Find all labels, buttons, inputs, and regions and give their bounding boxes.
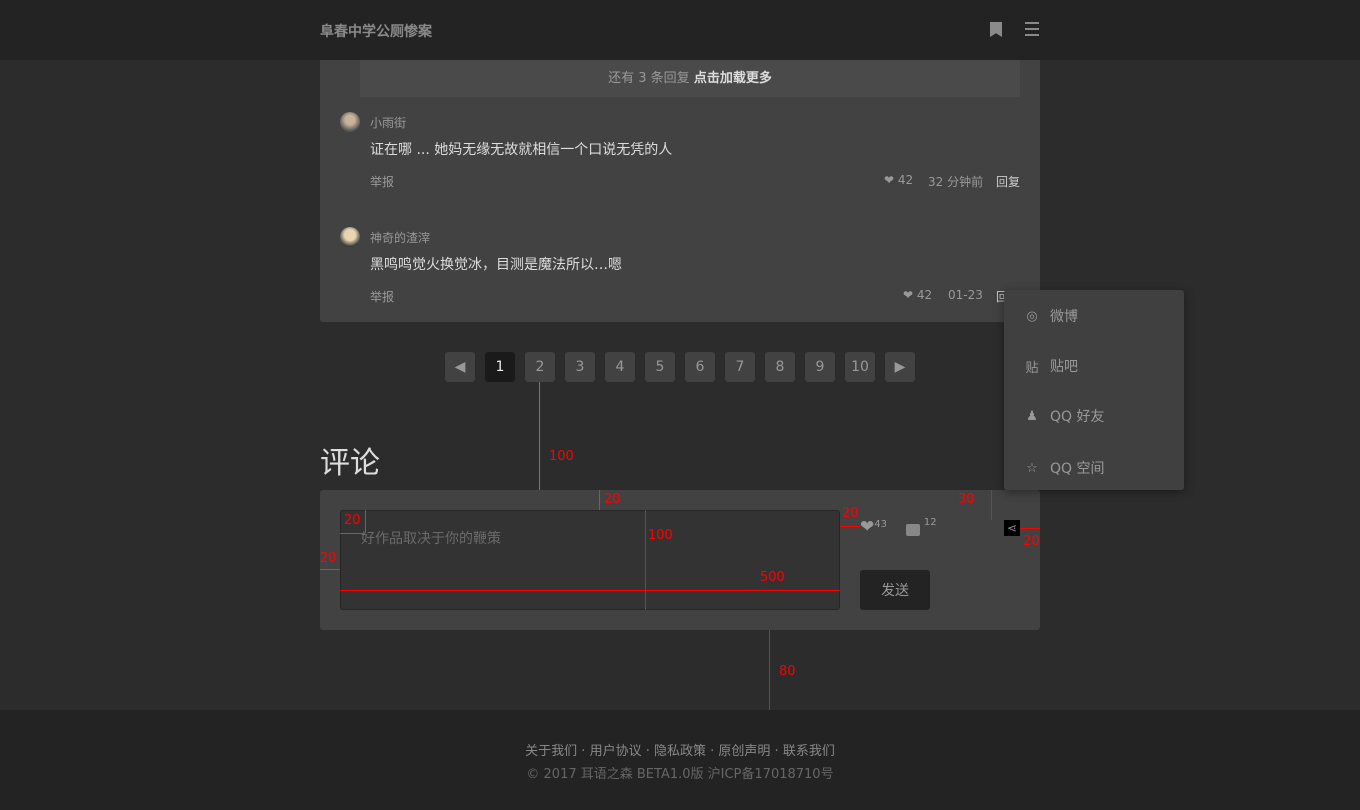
spacing-guide <box>365 510 366 533</box>
share-qq-friend[interactable]: ♟ QQ 好友 <box>1024 406 1105 426</box>
site-title[interactable]: 阜春中学公厕惨案 <box>320 21 432 41</box>
page-3[interactable]: 3 <box>565 352 595 382</box>
spacing-label: 100 <box>549 449 574 464</box>
page-5[interactable]: 5 <box>645 352 675 382</box>
qzone-icon: ☆ <box>1026 460 1038 476</box>
spacing-guide <box>645 510 646 610</box>
share-qzone[interactable]: ☆ QQ 空间 <box>1024 458 1105 478</box>
comment-author[interactable]: 小雨街 <box>370 114 406 131</box>
comment-text: 证在哪 ... 她妈无缘无故就相信一个口说无凭的人 <box>370 142 673 158</box>
bookmark-icon[interactable] <box>990 22 1002 37</box>
footer-link-about[interactable]: 关于我们 <box>525 744 577 759</box>
report-link[interactable]: 举报 <box>370 173 394 190</box>
share-weibo[interactable]: ◎ 微博 <box>1024 306 1078 326</box>
footer: 关于我们 · 用户协议 · 隐私政策 · 原创声明 · 联系我们 © 2017 … <box>0 710 1360 810</box>
heart-icon: ❤ <box>903 288 914 302</box>
heart-icon: ❤ <box>860 517 875 537</box>
load-more-replies[interactable]: 还有 3 条回复 点击加载更多 <box>360 60 1020 97</box>
report-link[interactable]: 举报 <box>370 288 394 305</box>
spacing-guide <box>599 490 600 510</box>
page-6[interactable]: 6 <box>685 352 715 382</box>
avatar[interactable] <box>340 227 360 247</box>
spacing-guide <box>991 490 992 520</box>
footer-links: 关于我们 · 用户协议 · 隐私政策 · 原创声明 · 联系我们 <box>525 744 835 759</box>
weibo-icon: ◎ <box>1026 308 1038 324</box>
page-2[interactable]: 2 <box>525 352 555 382</box>
share-tieba[interactable]: 贴贴吧 <box>1024 356 1078 376</box>
qq-icon: ♟ <box>1026 408 1038 424</box>
like-count: 43 <box>874 519 887 530</box>
spacing-label: 20 <box>344 513 361 528</box>
spacing-label: 20 <box>842 506 859 521</box>
share-label: QQ 好友 <box>1050 409 1105 425</box>
header: 阜春中学公厕惨案 <box>0 0 1360 60</box>
spacing-guide <box>539 382 540 490</box>
comment-time: 32 分钟前 <box>928 175 984 189</box>
comment-count: 12 <box>923 517 937 528</box>
spacing-label: 20 <box>604 492 621 507</box>
like-work-button[interactable]: ❤43 <box>860 517 887 537</box>
comment-text: 黑鸣鸣觉火换觉冰，目测是魔法所以…嗯 <box>370 257 622 273</box>
footer-link-original[interactable]: 原创声明 <box>718 744 770 759</box>
prev-page-button[interactable]: ◀ <box>445 352 475 382</box>
like-count: 42 <box>916 288 933 302</box>
comment-time: 01-23 <box>948 288 983 302</box>
spacing-guide <box>340 590 840 591</box>
spacing-label: 80 <box>779 664 796 679</box>
load-more-action[interactable]: 点击加载更多 <box>694 71 772 86</box>
spacing-label: 20 <box>320 551 337 566</box>
spacing-label: 20 <box>1023 534 1040 549</box>
copyright: © 2017 耳语之森 BETA1.0版 沪ICP备17018710号 <box>526 767 834 782</box>
triangle-right-icon: ▶ <box>894 359 906 375</box>
comment-bubble-icon <box>906 524 920 536</box>
spacing-label: 100 <box>648 528 673 543</box>
send-button[interactable]: 发送 <box>860 570 930 610</box>
like-button[interactable]: ❤ 42 <box>903 288 932 302</box>
comment-input[interactable] <box>340 510 840 610</box>
like-count: 42 <box>897 173 914 187</box>
like-button[interactable]: ❤ 42 <box>884 173 913 187</box>
page-9[interactable]: 9 <box>805 352 835 382</box>
triangle-left-icon: ◀ <box>454 359 466 375</box>
comment-section-title: 评论 <box>320 446 380 481</box>
page-1[interactable]: 1 <box>485 352 515 382</box>
comment-author[interactable]: 神奇的渣滓 <box>370 229 430 246</box>
comments-count-button[interactable]: 12 <box>906 517 937 536</box>
spacing-guide <box>340 533 365 534</box>
avatar[interactable] <box>340 112 360 132</box>
share-label: QQ 空间 <box>1050 461 1105 477</box>
share-dropdown: ◎ 微博 贴贴吧 ♟ QQ 好友 ☆ QQ 空间 <box>1004 290 1184 490</box>
footer-link-terms[interactable]: 用户协议 <box>590 744 642 759</box>
footer-link-privacy[interactable]: 隐私政策 <box>654 744 706 759</box>
share-icon[interactable]: ⋖ <box>1004 520 1020 536</box>
share-label: 微博 <box>1050 309 1078 325</box>
page-7[interactable]: 7 <box>725 352 755 382</box>
share-label: 贴吧 <box>1050 359 1078 375</box>
next-page-button[interactable]: ▶ <box>885 352 915 382</box>
tieba-icon: 贴 <box>1025 360 1039 376</box>
heart-icon: ❤ <box>884 173 895 187</box>
load-more-count: 还有 3 条回复 <box>608 71 690 86</box>
spacing-guide <box>320 569 340 570</box>
menu-icon[interactable] <box>1025 22 1039 36</box>
footer-link-contact[interactable]: 联系我们 <box>783 744 835 759</box>
spacing-guide <box>840 526 860 527</box>
spacing-guide <box>769 630 770 710</box>
page-4[interactable]: 4 <box>605 352 635 382</box>
spacing-label: 30 <box>958 492 975 507</box>
page-10[interactable]: 10 <box>845 352 875 382</box>
spacing-guide <box>1020 528 1040 529</box>
reply-button[interactable]: 回复 <box>996 173 1020 190</box>
spacing-label: 500 <box>760 570 785 585</box>
page-8[interactable]: 8 <box>765 352 795 382</box>
